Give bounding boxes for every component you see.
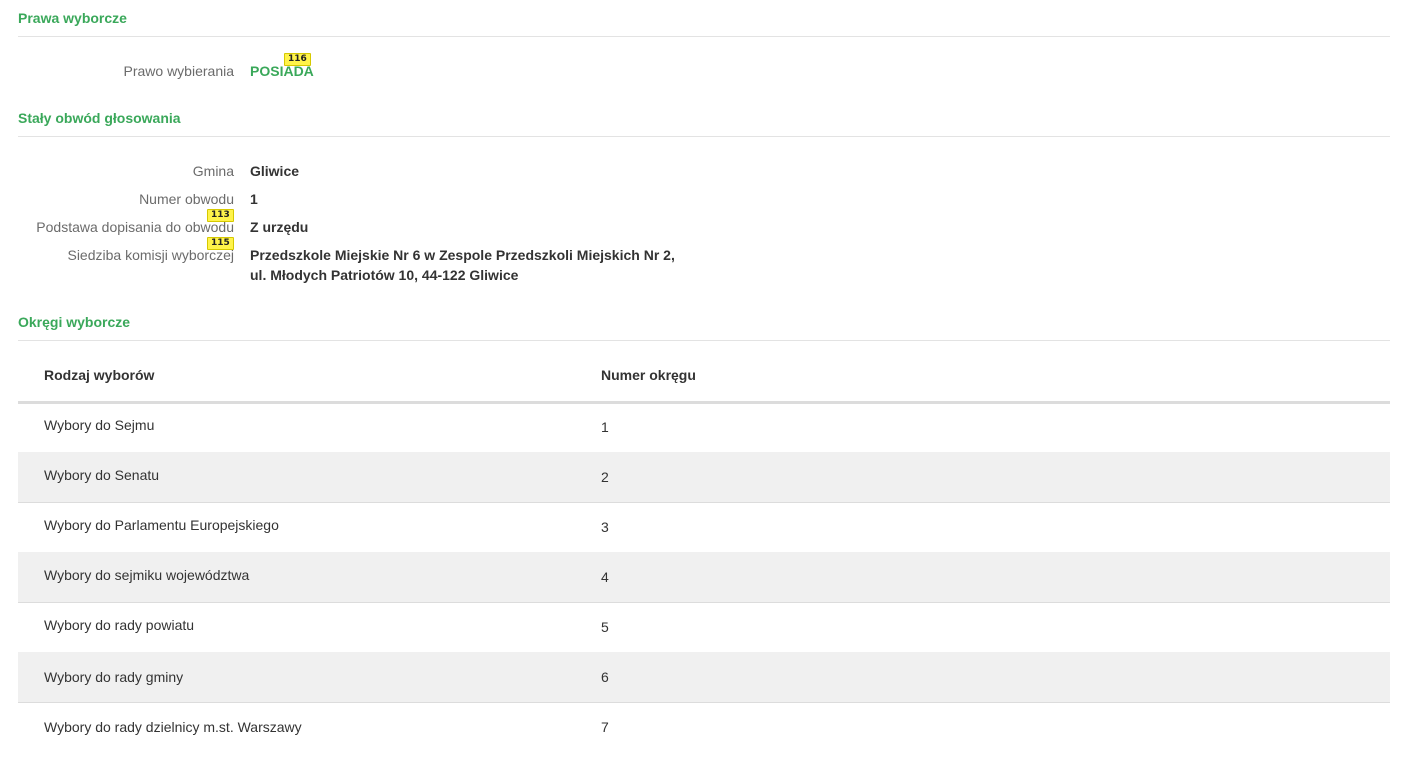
- row-number: 4: [601, 569, 609, 585]
- row-number: 2: [601, 469, 609, 485]
- siedziba-line-1: Przedszkole Miejskie Nr 6 w Zespole Prze…: [250, 247, 675, 263]
- table-row: Wybory do Senatu 2: [18, 452, 1390, 503]
- row-type: Wybory do Parlamentu Europejskiego: [44, 517, 279, 533]
- hint-badge[interactable]: 115: [207, 237, 234, 250]
- row-type: Wybory do Sejmu: [44, 417, 155, 433]
- podstawa-value: Z urzędu: [250, 219, 309, 235]
- section-title-prawa: Prawa wyborcze: [18, 10, 127, 26]
- row-number: 3: [601, 519, 609, 535]
- table-row: Wybory do sejmiku województwa 4: [18, 552, 1390, 603]
- section-title-obwod: Stały obwód głosowania: [18, 110, 181, 126]
- siedziba-line-2: ul. Młodych Patriotów 10, 44-122 Gliwice: [250, 267, 519, 283]
- siedziba-label: Siedziba komisji wyborczej: [67, 247, 234, 263]
- hint-badge[interactable]: 116: [284, 53, 311, 66]
- row-type: Wybory do rady gminy: [44, 669, 184, 685]
- table-row: Wybory do rady gminy 6: [18, 652, 1390, 703]
- table-row: Wybory do Parlamentu Europejskiego 3: [18, 502, 1390, 553]
- row-number: 5: [601, 619, 609, 635]
- section-title-okregi: Okręgi wyborcze: [18, 314, 131, 330]
- table-row: Wybory do rady powiatu 5: [18, 602, 1390, 653]
- gmina-label: Gmina: [192, 163, 234, 179]
- podstawa-label: Podstawa dopisania do obwodu: [36, 219, 234, 235]
- row-type: Wybory do sejmiku województwa: [44, 567, 250, 583]
- numer-obwodu-label: Numer obwodu: [139, 191, 234, 207]
- table-row: Wybory do Sejmu 1: [18, 402, 1390, 453]
- row-number: 1: [601, 419, 609, 435]
- row-type: Wybory do Senatu: [44, 467, 160, 483]
- column-header-number: Numer okręgu: [601, 367, 696, 383]
- section-divider: [18, 136, 1390, 137]
- row-number: 7: [601, 719, 609, 735]
- section-divider: [18, 36, 1390, 37]
- table-row: Wybory do rady dzielnicy m.st. Warszawy …: [18, 702, 1390, 752]
- row-type: Wybory do rady dzielnicy m.st. Warszawy: [44, 719, 302, 735]
- hint-badge[interactable]: 113: [207, 209, 234, 222]
- row-number: 6: [601, 669, 609, 685]
- row-type: Wybory do rady powiatu: [44, 617, 195, 633]
- prawo-label: Prawo wybierania: [123, 63, 235, 79]
- gmina-value: Gliwice: [250, 163, 300, 179]
- table-header: Rodzaj wyborów Numer okręgu: [18, 341, 1390, 404]
- numer-obwodu-value: 1: [250, 191, 258, 207]
- column-header-type: Rodzaj wyborów: [44, 367, 155, 383]
- siedziba-value: Przedszkole Miejskie Nr 6 w Zespole Prze…: [250, 245, 675, 285]
